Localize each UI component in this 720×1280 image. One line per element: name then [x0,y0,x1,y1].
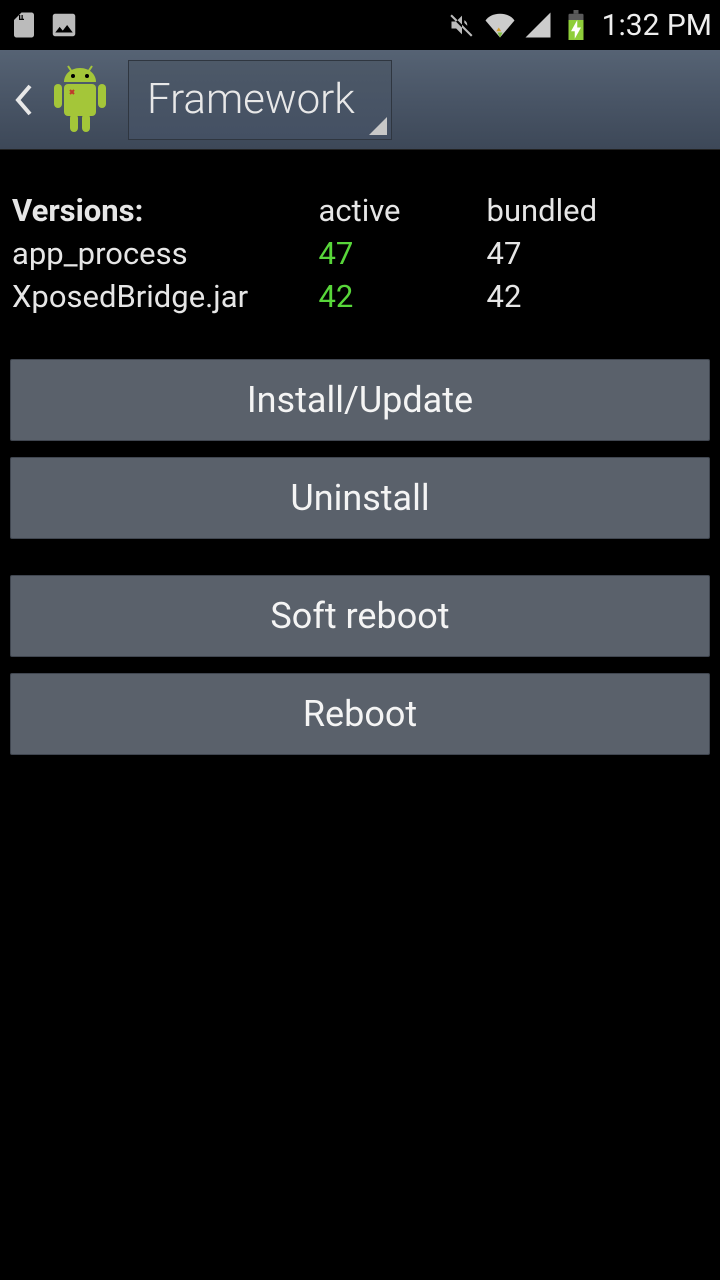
status-clock: 1:32 PM [602,8,712,43]
action-bar: Framework [0,50,720,150]
battery-charging-icon [560,9,592,41]
row-bundled: 42 [487,276,708,317]
android-robot-icon[interactable] [48,64,112,136]
button-label: Soft reboot [270,595,449,637]
install-update-button[interactable]: Install/Update [10,359,710,441]
table-header-row: Versions: active bundled [12,190,708,231]
row-active: 42 [318,276,484,317]
col-active-header: active [318,190,484,231]
spinner-label: Framework [147,75,355,124]
back-icon[interactable] [12,80,36,120]
table-row: app_process 47 47 [12,233,708,274]
soft-reboot-button[interactable]: Soft reboot [10,575,710,657]
sdcard-icon [8,9,40,41]
col-bundled-header: bundled [487,190,708,231]
row-bundled: 47 [487,233,708,274]
row-active: 47 [318,233,484,274]
row-label: app_process [12,233,316,274]
uninstall-button[interactable]: Uninstall [10,457,710,539]
button-label: Reboot [303,693,417,735]
signal-icon [522,9,554,41]
status-bar: 1:32 PM [0,0,720,50]
mute-icon [446,9,478,41]
row-label: XposedBridge.jar [12,276,316,317]
section-spinner[interactable]: Framework [128,60,392,140]
button-label: Install/Update [247,379,473,421]
table-row: XposedBridge.jar 42 42 [12,276,708,317]
wifi-icon [484,9,516,41]
button-label: Uninstall [290,477,429,519]
reboot-button[interactable]: Reboot [10,673,710,755]
versions-heading: Versions: [12,190,316,231]
picture-icon [48,9,80,41]
spinner-indicator-icon [369,117,387,135]
content-area: Versions: active bundled app_process 47 … [0,150,720,755]
versions-table: Versions: active bundled app_process 47 … [10,188,710,319]
